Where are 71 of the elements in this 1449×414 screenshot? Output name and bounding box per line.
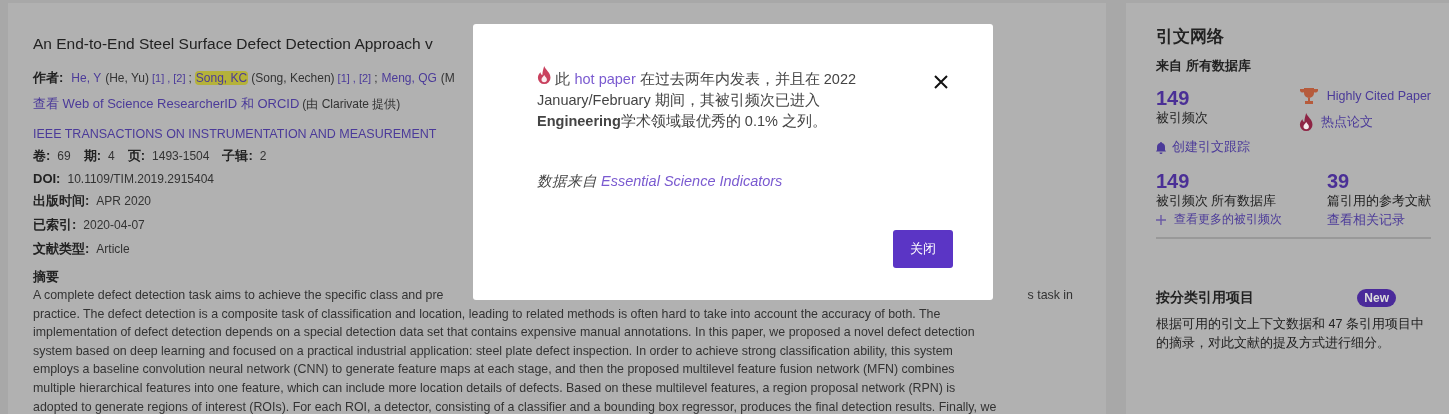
separator: , <box>167 72 171 84</box>
stat-number: 39 <box>1327 170 1351 193</box>
new-badge: New <box>1357 289 1396 307</box>
source-note: 数据来自 Essential Science Indicators <box>537 172 784 191</box>
section-title: 按分类引用项目 <box>1156 289 1254 307</box>
flame-icon <box>1298 113 1314 131</box>
affiliation-link[interactable]: [2] <box>358 72 372 84</box>
author-full-name: (M <box>440 71 455 85</box>
field-value: 2020-04-07 <box>83 218 145 232</box>
stat-number: 149 <box>1156 170 1191 193</box>
provider-note: (由 Clarivate 提供) <box>302 96 401 113</box>
field-label: 已索引: <box>33 216 77 234</box>
authors-label: 作者: <box>33 69 64 87</box>
separator: , <box>352 72 356 84</box>
create-alert-link[interactable]: 创建引文跟踪 <box>1172 139 1250 156</box>
stat-label: 被引频次 所有数据库 <box>1156 193 1278 210</box>
author-link[interactable]: Song, KC <box>194 71 249 85</box>
field-value: 69 <box>57 149 71 163</box>
badge-link[interactable]: Highly Cited Paper <box>1326 89 1431 103</box>
bell-icon <box>1156 141 1166 154</box>
stat-label: 篇引用的参考文献 <box>1327 193 1431 210</box>
field-label: 期: <box>83 147 102 165</box>
field-value: 2 <box>259 149 267 163</box>
stat-link[interactable]: 查看更多的被引频次 <box>1174 212 1282 227</box>
dialog-message: 此 hot paper 在过去两年内发表，并且在 2022 January/February 期间，其被引频次已进入 Engineering学术领域最优秀的 0.1% 之列。 <box>537 66 877 132</box>
researcher-id-link[interactable]: 查看 Web of Science ResearcherID 和 ORCID <box>33 95 300 113</box>
affiliation-link[interactable]: [1] <box>151 72 165 84</box>
count-label: 被引频次 <box>1156 110 1208 127</box>
citation-count: 149 <box>1156 87 1191 110</box>
abstract-text: practice. The defect detection is a composite task of classification and location, leading to related methods is often hard to take into account the accuracy of both. The <box>33 305 942 323</box>
abstract-text: multiple hierarchical features into one feature, which can include more location details of defects. Based on these multilevel features, a region proposal network (RPN) is <box>33 379 957 397</box>
abstract-text: system based on deep learning and focused on a practical industrial application: steel plate defect inspection. In order to achieve strong classification ability, this system <box>33 342 954 360</box>
close-button[interactable]: 关闭 <box>893 230 953 268</box>
source-link[interactable]: Essential Science Indicators <box>601 173 783 189</box>
plus-icon <box>1156 214 1166 225</box>
affiliation-link[interactable]: [1] <box>337 72 350 84</box>
badge-link[interactable]: 热点论文 <box>1321 113 1374 131</box>
field-value: APR 2020 <box>96 194 152 208</box>
article-title: An End-to-End Steel Surface Defect Detection Approach v <box>33 35 434 53</box>
field-value: 4 <box>108 149 115 163</box>
author-link[interactable]: Meng, QG <box>380 71 438 85</box>
author-full-name: (Song, Kechen) <box>251 71 335 85</box>
separator: ; <box>374 71 378 85</box>
abstract-text: implementation of defect detection depends on a special detection data set that contains expensive manual annotations. In this paper, we proposed a novel defect detection <box>33 324 976 342</box>
section-title: 引文网络 <box>1156 26 1225 48</box>
source-label: 来自 所有数据库 <box>1156 57 1252 75</box>
section-description: 根据可用的引文上下文数据和 47 条引用项目中的摘录，对此文献的提及方式进行细分。 <box>1156 316 1425 352</box>
abstract-text: adopted to generate regions of interest (ROIs). For each ROI, a detector, consisting of a classifier and a bounding box regressor, produces the final detection results. Finally, we <box>33 398 998 414</box>
affiliation-link[interactable]: [2] <box>173 72 186 84</box>
trophy-icon <box>1298 87 1319 105</box>
field-label: 出版时间: <box>33 192 90 210</box>
abstract-text: s task in <box>1027 287 1073 304</box>
hot-paper-link[interactable]: hot paper <box>574 71 636 87</box>
author-link[interactable]: He, Y <box>70 71 103 85</box>
abstract-heading: 摘要 <box>33 268 60 286</box>
field-value: Article <box>96 242 130 256</box>
author-full-name: (He, Yu) <box>105 71 149 85</box>
field-label: 页: <box>127 147 146 165</box>
field-value: 10.1109/TIM.2019.2915404 <box>67 172 214 186</box>
field-label: 文献类型: <box>33 240 90 258</box>
field-value: 1493-1504 <box>152 149 210 163</box>
field-label: 子辑: <box>222 147 253 165</box>
abstract-text: A complete defect detection task aims to achieve the specific class and pre <box>33 287 444 304</box>
separator: ; <box>188 71 192 85</box>
journal-link[interactable]: IEEE TRANSACTIONS ON INSTRUMENTATION AND MEASUREMENT <box>33 127 437 141</box>
field-label: DOI: <box>33 171 61 186</box>
close-icon[interactable] <box>934 75 948 89</box>
abstract-text: employs a baseline convolution neural network (CNN) to generate feature maps at each stage, and then the proposed multilevel feature fusion network (MFN) combines <box>33 361 956 379</box>
field-label: 卷: <box>33 147 51 165</box>
flame-icon <box>537 66 552 84</box>
stat-link[interactable]: 查看相关记录 <box>1327 212 1405 229</box>
